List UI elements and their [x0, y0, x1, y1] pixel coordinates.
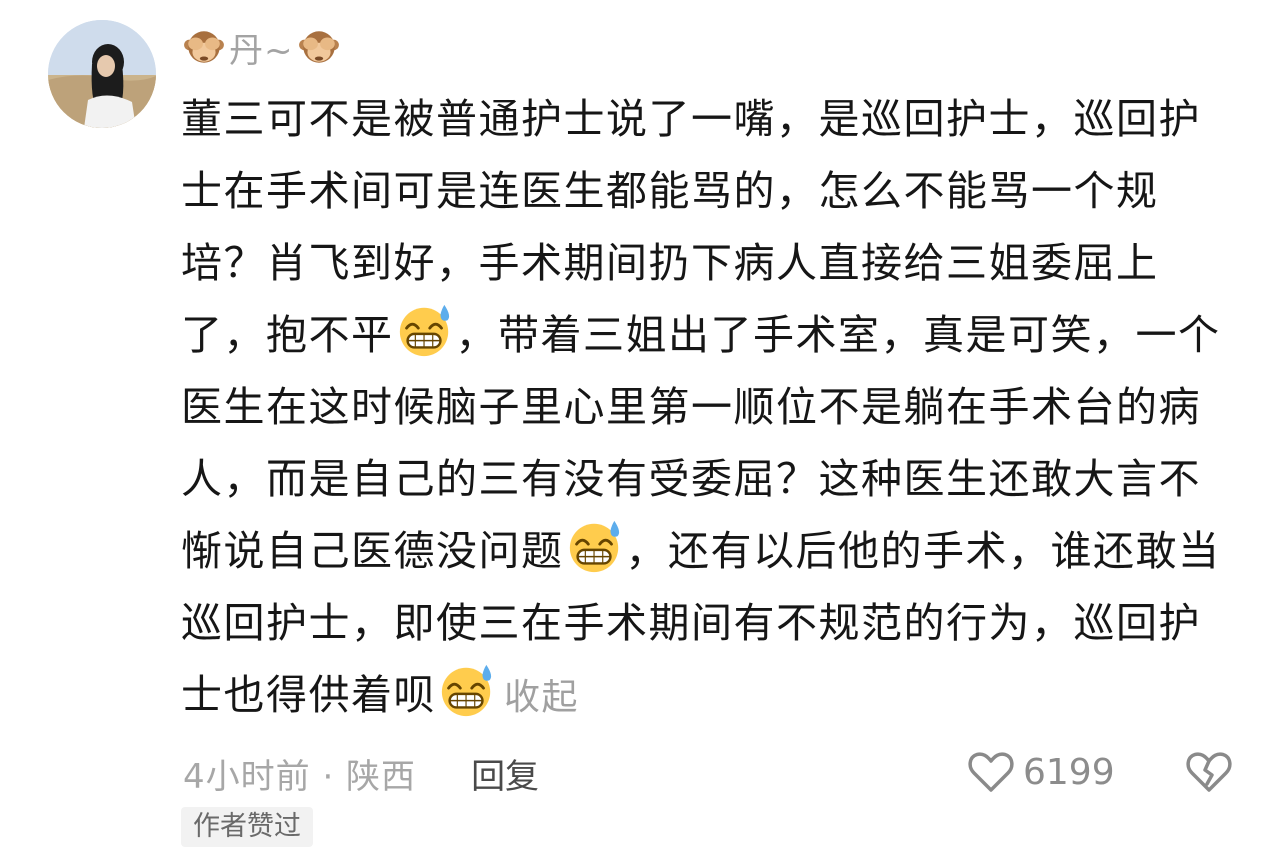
like-count: 6199	[1023, 751, 1115, 793]
see-no-evil-monkey-icon	[183, 26, 225, 68]
reply-button[interactable]: 回复	[471, 749, 539, 798]
collapse-button[interactable]: 收起	[504, 677, 579, 718]
grinning-sweat-emoji-icon	[396, 301, 454, 359]
username[interactable]: 丹~	[229, 23, 294, 72]
see-no-evil-monkey-icon	[298, 26, 340, 68]
author-liked-badge: 作者赞过	[181, 807, 313, 847]
like-button[interactable]: 6199	[967, 746, 1115, 798]
grinning-sweat-emoji-icon	[438, 661, 496, 719]
user-avatar[interactable]	[48, 20, 156, 128]
heart-icon	[968, 752, 1014, 792]
comment-meta: 4小时前 · 陕西 回复	[183, 748, 539, 798]
broken-heart-icon	[1186, 752, 1232, 792]
avatar-photo	[48, 20, 156, 128]
timestamp-location: 4小时前 · 陕西	[183, 756, 417, 797]
comment-text: 董三可不是被普通护士说了一嘴，是巡回护士，巡回护士在手术间可是连医生都能骂的，怎…	[181, 83, 1231, 734]
username-row[interactable]: 丹~	[183, 22, 340, 72]
grinning-sweat-emoji-icon	[566, 517, 624, 575]
dislike-button[interactable]	[1184, 748, 1234, 794]
